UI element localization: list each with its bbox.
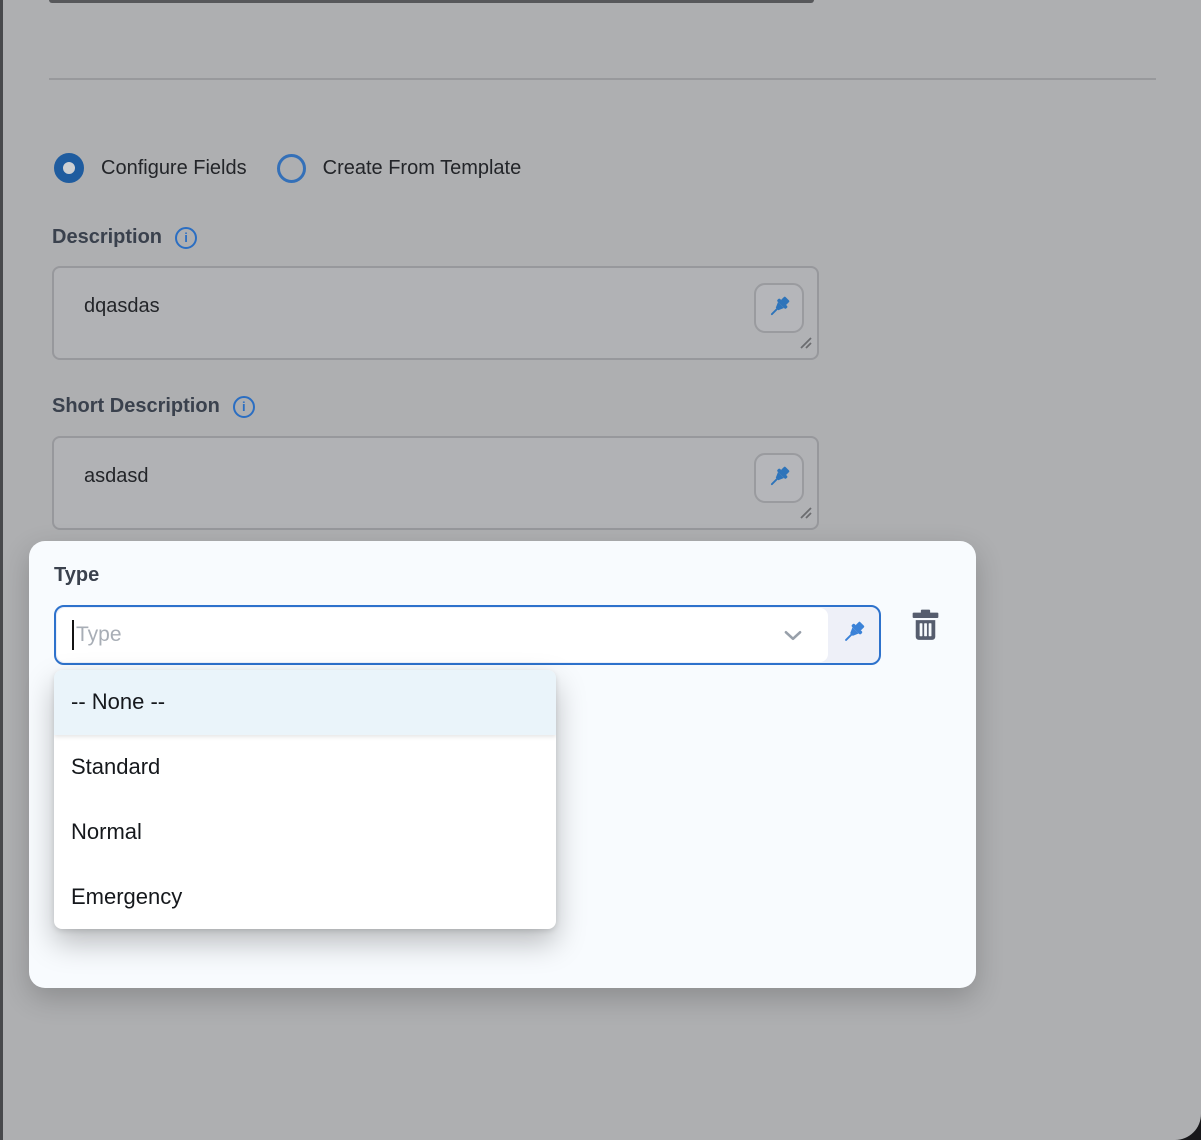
- screen: Configure Fields Create From Template De…: [0, 0, 1201, 1140]
- dropdown-option-none[interactable]: -- None --: [54, 670, 556, 735]
- field-mode-radio-group: Configure Fields Create From Template: [54, 153, 521, 183]
- configure-fields-option[interactable]: Configure Fields: [54, 153, 247, 183]
- description-value: dqasdas: [84, 295, 160, 318]
- pin-button[interactable]: [754, 283, 804, 333]
- pushpin-icon: [766, 464, 792, 493]
- resize-handle-icon[interactable]: [796, 333, 814, 356]
- dropdown-option-normal[interactable]: Normal: [54, 800, 556, 865]
- short-description-value: asdasd: [84, 465, 149, 488]
- type-input[interactable]: Type: [57, 608, 828, 662]
- pushpin-icon: [766, 294, 792, 323]
- description-label-row: Description i: [52, 226, 197, 249]
- pin-button[interactable]: [827, 607, 879, 663]
- dimmed-page-panel: Configure Fields Create From Template De…: [3, 0, 1201, 1140]
- description-label: Description: [52, 226, 162, 249]
- dropdown-option-standard[interactable]: Standard: [54, 735, 556, 800]
- short-description-label: Short Description: [52, 395, 220, 418]
- type-dropdown-list: -- None -- Standard Normal Emergency: [54, 670, 556, 929]
- type-input-placeholder: Type: [76, 623, 122, 647]
- text-caret: [72, 620, 74, 650]
- trash-icon: [907, 607, 944, 647]
- configure-fields-label: Configure Fields: [101, 157, 247, 180]
- info-icon[interactable]: i: [233, 396, 255, 418]
- type-label: Type: [54, 564, 99, 587]
- short-description-label-row: Short Description i: [52, 395, 255, 418]
- delete-field-button[interactable]: [905, 607, 945, 647]
- type-combobox[interactable]: Type: [54, 605, 881, 665]
- create-from-template-option[interactable]: Create From Template: [277, 154, 522, 183]
- radio-selected-icon[interactable]: [54, 153, 84, 183]
- pushpin-icon: [840, 619, 867, 651]
- type-field-card: Type Type: [29, 541, 976, 988]
- cropped-field-bottom-edge: [49, 0, 814, 3]
- resize-handle-icon[interactable]: [796, 503, 814, 526]
- pin-button[interactable]: [754, 453, 804, 503]
- section-divider: [49, 78, 1156, 80]
- dropdown-option-emergency[interactable]: Emergency: [54, 864, 556, 929]
- chevron-down-icon[interactable]: [780, 608, 806, 662]
- short-description-textarea[interactable]: asdasd: [52, 436, 819, 530]
- description-textarea[interactable]: dqasdas: [52, 266, 819, 360]
- create-from-template-label: Create From Template: [323, 157, 522, 180]
- radio-unselected-icon[interactable]: [277, 154, 306, 183]
- info-icon[interactable]: i: [175, 227, 197, 249]
